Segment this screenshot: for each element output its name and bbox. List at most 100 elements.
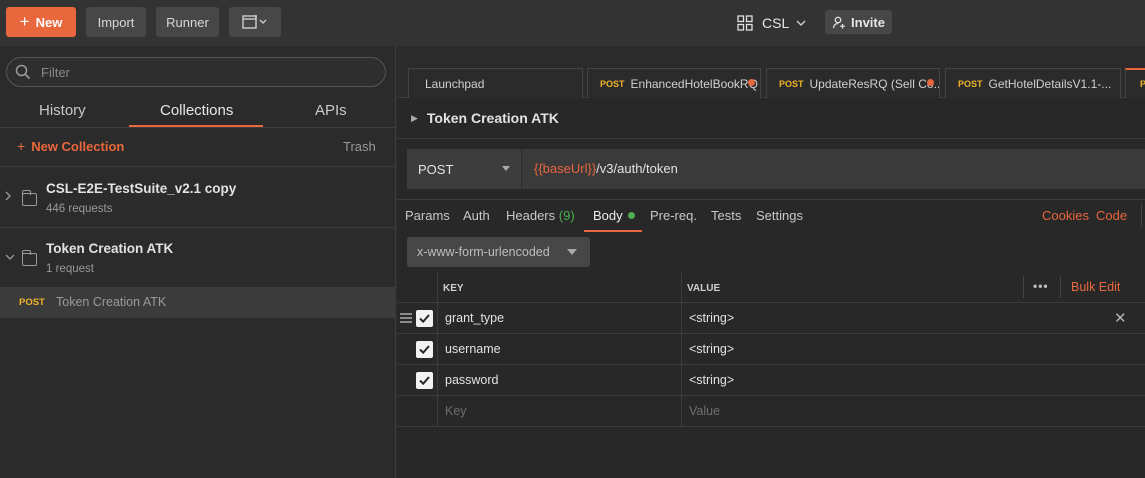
row-value[interactable]: <string>: [689, 373, 734, 387]
collection-name: Token Creation ATK: [46, 241, 174, 256]
url-variable: {{baseUrl}}: [534, 161, 597, 176]
body-mode-select[interactable]: x-www-form-urlencoded: [407, 237, 590, 267]
collection-item[interactable]: CSL-E2E-TestSuite_v2.1 copy 446 requests: [0, 167, 396, 227]
divider: [437, 303, 438, 334]
row-key[interactable]: grant_type: [445, 311, 504, 325]
row-key[interactable]: password: [445, 373, 499, 387]
request-title-row[interactable]: ▶ Token Creation ATK: [411, 110, 559, 126]
method-value: POST: [418, 161, 454, 177]
divider: [0, 317, 396, 318]
filter-input[interactable]: [41, 64, 341, 80]
top-bar: + New Import Runner CSL Invite: [0, 0, 1145, 46]
new-collection-label: New Collection: [31, 139, 125, 154]
divider: [437, 272, 438, 303]
invite-button[interactable]: Invite: [825, 10, 892, 34]
request-method: POST: [19, 297, 45, 308]
more-options-icon[interactable]: •••: [1033, 279, 1049, 293]
body-status-dot: [627, 212, 635, 219]
divider: [0, 127, 396, 128]
trash-button[interactable]: Trash: [343, 139, 376, 154]
add-user-icon: [832, 16, 845, 28]
divider: [681, 396, 682, 427]
tab-prereq[interactable]: Pre-req.: [650, 208, 697, 223]
url-input[interactable]: {{baseUrl}}/v3/auth/token: [534, 161, 678, 176]
cookies-link[interactable]: Cookies: [1042, 208, 1089, 223]
tab-apis[interactable]: APIs: [315, 102, 347, 119]
body-label: Body: [593, 208, 623, 223]
tab-history[interactable]: History: [39, 102, 86, 119]
request-tab[interactable]: POST GetHotelDetailsV1.1-...: [945, 68, 1121, 98]
headers-count: (9): [558, 208, 575, 223]
collection-count: 1 request: [46, 263, 94, 275]
request-tab[interactable]: POST EnhancedHotelBookRQ: [587, 68, 761, 98]
unsaved-dot: [748, 79, 755, 86]
divider: [1023, 276, 1024, 298]
checkmark-icon: [419, 345, 430, 355]
chevron-right-icon[interactable]: [4, 190, 12, 205]
row-checkbox[interactable]: [416, 310, 433, 327]
value-input[interactable]: Value: [689, 404, 720, 418]
key-input[interactable]: Key: [445, 404, 467, 418]
url-path: /v3/auth/token: [596, 161, 678, 176]
tab-label: GetHotelDetailsV1.1-...: [988, 76, 1112, 91]
tab-method: POST: [779, 78, 804, 89]
sidebar: History Collections APIs + New Collection…: [0, 46, 396, 478]
tab-collections[interactable]: Collections: [160, 102, 233, 119]
divider: [1141, 203, 1142, 227]
key-header: KEY: [443, 283, 464, 294]
collection-name: CSL-E2E-TestSuite_v2.1 copy: [46, 181, 237, 196]
chevron-down-icon[interactable]: [4, 250, 16, 264]
import-button[interactable]: Import: [86, 7, 146, 37]
filter-box[interactable]: [6, 57, 386, 87]
divider: [397, 138, 1145, 139]
tab-headers[interactable]: Headers (9): [506, 208, 575, 223]
workspace-switcher[interactable]: CSL: [737, 13, 806, 33]
main-panel: Launchpad POST EnhancedHotelBookRQ POST …: [397, 46, 1145, 478]
table-row-new[interactable]: Key Value: [397, 396, 1145, 427]
row-value[interactable]: <string>: [689, 311, 734, 325]
plus-icon: +: [19, 12, 30, 31]
workspace-name: CSL: [762, 15, 790, 31]
method-select[interactable]: POST: [407, 149, 522, 189]
checkmark-icon: [419, 376, 430, 386]
collection-item[interactable]: Token Creation ATK 1 request: [0, 228, 396, 287]
new-collection-button[interactable]: + New Collection: [17, 138, 124, 154]
bulk-edit-link[interactable]: Bulk Edit: [1071, 280, 1120, 294]
request-tab-active[interactable]: P: [1125, 68, 1145, 98]
divider: [681, 334, 682, 365]
plus-icon: +: [17, 138, 26, 154]
url-bar: POST {{baseUrl}}/v3/auth/token: [407, 149, 1145, 189]
row-value[interactable]: <string>: [689, 342, 734, 356]
request-item[interactable]: POST Token Creation ATK: [0, 287, 396, 317]
new-window-button[interactable]: [229, 7, 281, 37]
request-tabs: Launchpad POST EnhancedHotelBookRQ POST …: [397, 46, 1145, 98]
row-key[interactable]: username: [445, 342, 501, 356]
tab-body[interactable]: Body: [593, 208, 635, 223]
divider: [437, 396, 438, 427]
request-tab[interactable]: POST UpdateResRQ (Sell Co...: [766, 68, 940, 98]
headers-label: Headers: [506, 208, 556, 223]
close-icon[interactable]: ✕: [1114, 309, 1127, 327]
code-link[interactable]: Code: [1096, 208, 1127, 223]
tab-method: POST: [958, 78, 983, 89]
tab-auth[interactable]: Auth: [463, 208, 490, 223]
tab-tests[interactable]: Tests: [711, 208, 741, 223]
row-checkbox[interactable]: [416, 341, 433, 358]
tab-method: P: [1140, 79, 1145, 89]
table-row[interactable]: username <string>: [397, 334, 1145, 365]
divider: [1060, 276, 1061, 298]
divider: [437, 334, 438, 365]
runner-button[interactable]: Runner: [156, 7, 219, 37]
row-checkbox[interactable]: [416, 372, 433, 389]
table-row[interactable]: password <string>: [397, 365, 1145, 396]
table-header: KEY VALUE ••• Bulk Edit: [397, 272, 1145, 303]
drag-handle-icon[interactable]: [400, 313, 412, 323]
new-button[interactable]: + New: [6, 7, 76, 37]
table-row[interactable]: grant_type <string> ✕: [397, 303, 1145, 334]
tab-launchpad[interactable]: Launchpad: [408, 68, 583, 98]
tab-params[interactable]: Params: [405, 208, 450, 223]
tab-label: EnhancedHotelBookRQ: [630, 76, 758, 91]
grid-icon: [737, 15, 753, 31]
tab-settings[interactable]: Settings: [756, 208, 803, 223]
search-icon: [15, 64, 31, 80]
